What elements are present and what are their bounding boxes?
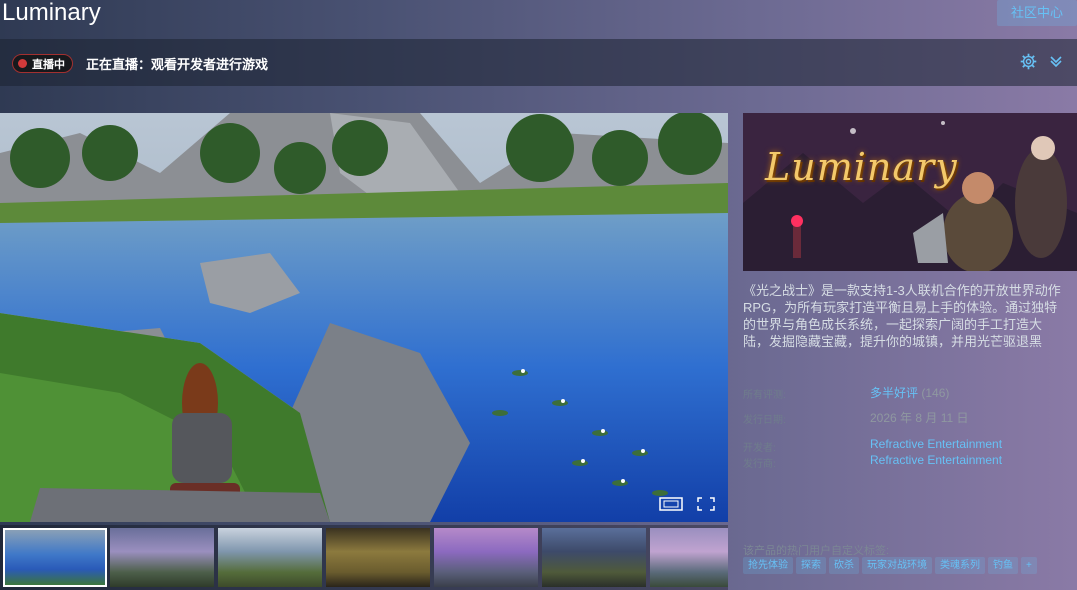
thumbnail-3[interactable]: [218, 528, 322, 587]
developer-link[interactable]: Refractive Entertainment: [870, 437, 1002, 451]
publisher-link[interactable]: Refractive Entertainment: [870, 453, 1002, 467]
live-badge: 直播中: [12, 54, 73, 73]
tag-pvp[interactable]: 玩家对战环境: [862, 557, 932, 574]
main-screenshot[interactable]: [0, 113, 728, 522]
tag-fishing[interactable]: 钓鱼: [988, 557, 1018, 574]
tag-list: 抢先体验 探索 砍杀 玩家对战环境 类魂系列 钓鱼 +: [743, 557, 1037, 574]
reviews-summary-link[interactable]: 多半好评: [870, 386, 918, 400]
screenshot-icon[interactable]: [659, 497, 683, 511]
reviews-count: (146): [921, 386, 950, 400]
live-broadcast-bar[interactable]: 直播中 正在直播：观看开发者进行游戏: [0, 39, 1077, 86]
release-date-label: 发行日期:: [743, 415, 786, 426]
tag-early-access[interactable]: 抢先体验: [743, 557, 793, 574]
tag-hack-and-slash[interactable]: 砍杀: [829, 557, 859, 574]
chevron-down-icon[interactable]: [1048, 53, 1064, 69]
tag-exploration[interactable]: 探索: [796, 557, 826, 574]
gear-icon[interactable]: [1020, 53, 1037, 70]
community-hub-button[interactable]: 社区中心: [997, 0, 1077, 26]
live-broadcast-title: 正在直播：观看开发者进行游戏: [86, 57, 269, 72]
capsule-logo: Luminary: [765, 145, 958, 189]
top-bar: Luminary 社区中心: [0, 0, 1077, 38]
thumbnail-2[interactable]: [110, 528, 214, 587]
thumbnail-4[interactable]: [326, 528, 430, 587]
thumbnail-strip[interactable]: [0, 525, 728, 590]
tags-label: 该产品的热门用户自定义标签:: [743, 545, 890, 557]
game-description: 《光之战士》是一款支持1-3人联机合作的开放世界动作RPG，为所有玩家打造平衡且…: [743, 283, 1061, 349]
tag-souls-like[interactable]: 类魂系列: [935, 557, 985, 574]
thumbnail-5[interactable]: [434, 528, 538, 587]
fullscreen-icon[interactable]: [697, 497, 715, 511]
publisher-label: 发行商:: [743, 459, 776, 470]
developer-label: 开发者:: [743, 443, 776, 454]
thumbnail-6[interactable]: [542, 528, 646, 587]
game-capsule-image: Luminary: [743, 113, 1077, 271]
thumbnail-7[interactable]: [650, 528, 728, 587]
page-title: Luminary: [2, 0, 101, 26]
thumbnail-1[interactable]: [3, 528, 107, 587]
live-badge-label: 直播中: [32, 58, 65, 71]
reviews-value-row: 多半好评 (146): [870, 384, 949, 401]
live-dot-icon: [18, 59, 27, 68]
tag-more-button[interactable]: +: [1021, 557, 1037, 574]
release-date-value: 2026 年 8 月 11 日: [870, 411, 969, 425]
reviews-label: 所有评测:: [743, 390, 786, 401]
